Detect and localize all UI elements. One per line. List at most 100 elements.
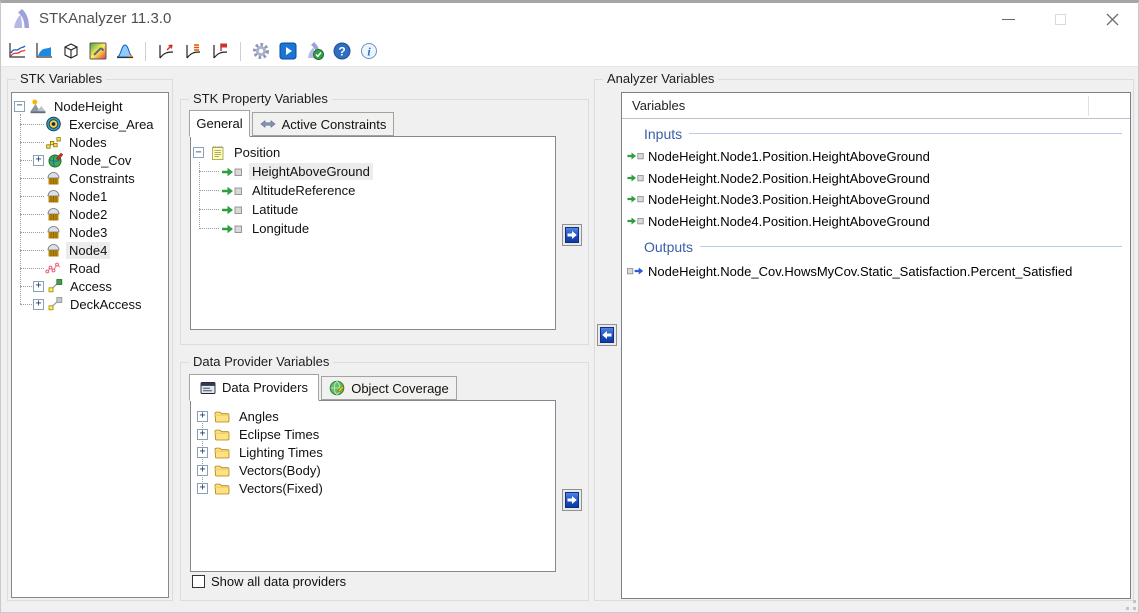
resize-grip[interactable] xyxy=(1126,600,1136,610)
data-provider-tree[interactable]: Angles Eclipse Times Lighting Times Vect… xyxy=(190,400,556,572)
line-graph-icon[interactable] xyxy=(7,41,27,61)
property-tree[interactable]: Position HeightAboveGround AltitudeRefer… xyxy=(190,136,556,330)
analyzer-variables-group: Analyzer Variables Variables Inputs Node… xyxy=(594,79,1134,601)
settings-gear-icon[interactable] xyxy=(251,41,271,61)
expand-expander-icon[interactable] xyxy=(197,429,208,440)
expand-expander-icon[interactable] xyxy=(197,465,208,476)
tree-item-longitude[interactable]: Longitude xyxy=(191,219,555,238)
variables-column-header[interactable]: Variables xyxy=(622,93,1130,119)
tree-item-node3[interactable]: Node3 xyxy=(12,223,168,241)
app-window: STKAnalyzer 11.3.0 ? i STK Variables xyxy=(0,0,1139,613)
facility-icon xyxy=(45,224,62,240)
tab-data-providers[interactable]: Data Providers xyxy=(189,374,319,401)
tab-general[interactable]: General xyxy=(189,110,250,137)
analyzer-variables-label: Analyzer Variables xyxy=(603,71,718,86)
maximize-button[interactable] xyxy=(1034,3,1086,36)
collapse-expander-icon[interactable] xyxy=(14,101,25,112)
tree-item-deckaccess[interactable]: DeckAccess xyxy=(12,295,168,313)
folder-icon xyxy=(213,480,231,496)
tree-item-node-cov[interactable]: Node_Cov xyxy=(12,151,168,169)
folder-icon xyxy=(213,444,231,460)
axes-list-icon[interactable] xyxy=(183,41,203,61)
scenario-icon xyxy=(29,98,47,115)
data-provider-variables-group: Data Provider Variables Data Providers O… xyxy=(180,362,589,601)
input-variable-row[interactable]: NodeHeight.Node4.Position.HeightAboveGro… xyxy=(627,211,930,231)
help-icon[interactable]: ? xyxy=(332,41,352,61)
analyzer-variables-list[interactable]: Variables Inputs NodeHeight.Node1.Positi… xyxy=(621,92,1131,599)
deck-access-icon xyxy=(47,296,64,312)
expand-expander-icon[interactable] xyxy=(33,155,44,166)
facility-icon xyxy=(45,242,62,258)
area-graph-icon[interactable] xyxy=(34,41,54,61)
facility-icon xyxy=(45,206,62,222)
axes-arrow-icon[interactable] xyxy=(156,41,176,61)
input-variable-row[interactable]: NodeHeight.Node3.Position.HeightAboveGro… xyxy=(627,189,930,209)
tree-item-access[interactable]: Access xyxy=(12,277,168,295)
data-provider-tab-bar: Data Providers Object Coverage xyxy=(189,373,459,400)
access-icon xyxy=(47,278,64,294)
tree-item-vectors-fixed[interactable]: Vectors(Fixed) xyxy=(191,479,555,497)
tree-item-angles[interactable]: Angles xyxy=(191,407,555,425)
stk-object-tree[interactable]: NodeHeight Exercise_Area Nodes Node_Cov … xyxy=(11,92,169,598)
tree-item-node4[interactable]: Node4 xyxy=(12,241,168,259)
toolbar-separator xyxy=(145,42,146,61)
coverage-icon xyxy=(47,152,64,168)
tree-item-nodes[interactable]: Nodes xyxy=(12,133,168,151)
tree-item-altitudereference[interactable]: AltitudeReference xyxy=(191,181,555,200)
expand-expander-icon[interactable] xyxy=(33,299,44,310)
input-arrow-icon xyxy=(627,193,645,205)
expand-expander-icon[interactable] xyxy=(33,281,44,292)
show-all-data-providers-checkbox[interactable] xyxy=(192,575,205,588)
output-variable-row[interactable]: NodeHeight.Node_Cov.HowsMyCov.Static_Sat… xyxy=(627,261,1072,281)
right-arrow-icon xyxy=(565,492,579,508)
cube-3d-icon[interactable] xyxy=(61,41,81,61)
tree-item-eclipse-times[interactable]: Eclipse Times xyxy=(191,425,555,443)
title-bar: STKAnalyzer 11.3.0 xyxy=(1,3,1138,36)
tree-item-road[interactable]: Road xyxy=(12,259,168,277)
input-arrow-icon xyxy=(627,150,645,162)
input-arrow-icon xyxy=(221,204,243,216)
tab-object-coverage[interactable]: Object Coverage xyxy=(321,376,457,400)
toolbar-separator xyxy=(240,42,241,61)
tab-active-constraints[interactable]: Active Constraints xyxy=(252,112,394,136)
tree-item-position[interactable]: Position xyxy=(191,143,555,162)
add-data-provider-variable-button[interactable] xyxy=(562,489,582,511)
tree-item-node2[interactable]: Node2 xyxy=(12,205,168,223)
expand-expander-icon[interactable] xyxy=(197,483,208,494)
tree-item-nodeheight[interactable]: NodeHeight xyxy=(12,97,168,115)
expand-expander-icon[interactable] xyxy=(197,411,208,422)
input-variable-row[interactable]: NodeHeight.Node1.Position.HeightAboveGro… xyxy=(627,146,930,166)
run-play-icon[interactable] xyxy=(278,41,298,61)
folder-icon xyxy=(213,426,231,442)
output-arrow-icon xyxy=(627,265,645,277)
data-provider-variables-label: Data Provider Variables xyxy=(189,354,333,369)
stk-logo-icon xyxy=(10,8,32,30)
logo-check-icon[interactable] xyxy=(305,41,325,61)
add-property-variable-button[interactable] xyxy=(562,224,582,246)
minimize-button[interactable] xyxy=(982,3,1034,36)
left-arrow-icon xyxy=(600,327,614,343)
input-arrow-icon xyxy=(221,185,243,197)
input-variable-row[interactable]: NodeHeight.Node2.Position.HeightAboveGro… xyxy=(627,168,930,188)
axes-flag-icon[interactable] xyxy=(210,41,230,61)
collapse-expander-icon[interactable] xyxy=(193,147,204,158)
close-button[interactable] xyxy=(1086,3,1138,36)
info-icon[interactable]: i xyxy=(359,41,379,61)
tree-item-latitude[interactable]: Latitude xyxy=(191,200,555,219)
tree-item-constraints[interactable]: Constraints xyxy=(12,169,168,187)
property-tab-bar: General Active Constraints xyxy=(189,109,396,136)
swap-arrows-icon xyxy=(260,117,276,131)
expand-expander-icon[interactable] xyxy=(197,447,208,458)
remove-analyzer-variable-button[interactable] xyxy=(597,324,617,346)
tree-item-exercise-area[interactable]: Exercise_Area xyxy=(12,115,168,133)
input-arrow-icon xyxy=(627,172,645,184)
tree-item-lighting-times[interactable]: Lighting Times xyxy=(191,443,555,461)
road-icon xyxy=(45,260,62,276)
folder-icon xyxy=(213,408,231,424)
histogram-icon[interactable] xyxy=(115,41,135,61)
vgt-plot-icon[interactable] xyxy=(88,41,108,61)
facility-icon xyxy=(45,170,62,186)
tree-item-heightaboveground[interactable]: HeightAboveGround xyxy=(191,162,555,181)
tree-item-vectors-body[interactable]: Vectors(Body) xyxy=(191,461,555,479)
tree-item-node1[interactable]: Node1 xyxy=(12,187,168,205)
